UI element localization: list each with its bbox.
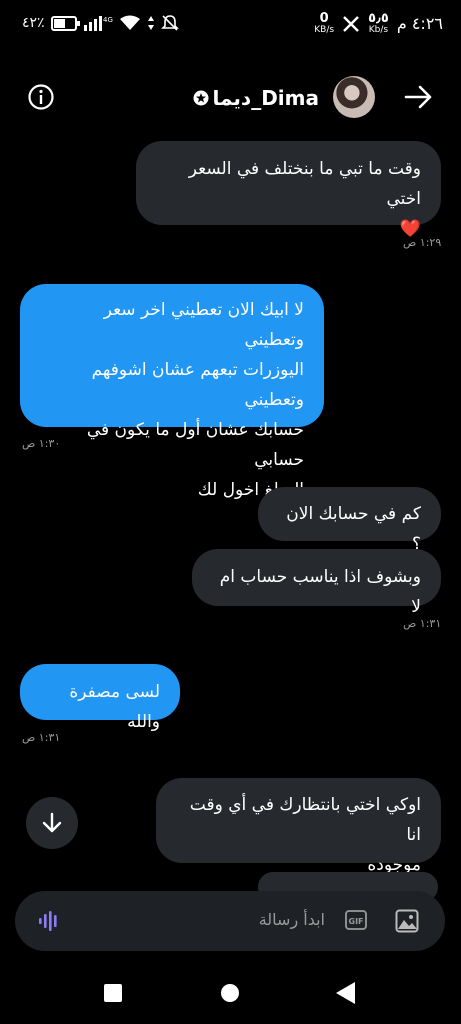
message-outgoing[interactable]: اوكي اختي بانتظارك في أي وقت انا موجوده bbox=[156, 778, 441, 875]
data-arrows-icon bbox=[147, 16, 154, 30]
message-time: ١:٢٩ ص bbox=[403, 236, 442, 249]
image-icon[interactable] bbox=[395, 909, 419, 933]
message-incoming[interactable]: لا ابيك الان تعطيني اخر سعر وتعطيني اليو… bbox=[20, 284, 324, 500]
signal-icon: 4G bbox=[83, 16, 113, 31]
clock: ٤:٢٦ م bbox=[396, 14, 443, 33]
contact-name[interactable]: ديما_Dima bbox=[193, 86, 319, 110]
message-incoming[interactable]: لسى مصفرة والله bbox=[20, 664, 180, 732]
voice-message-icon[interactable] bbox=[37, 909, 61, 933]
conversation-header: ديما_Dima bbox=[0, 68, 461, 126]
message-time: ١:٣١ ص bbox=[22, 731, 61, 744]
net-speed-1: ٥٫٥ Kb/s bbox=[368, 11, 389, 35]
wifi-icon bbox=[119, 15, 140, 30]
back-arrow-icon[interactable] bbox=[404, 84, 434, 110]
star-badge-icon bbox=[193, 90, 208, 106]
battery-icon bbox=[50, 15, 80, 31]
home-button[interactable] bbox=[221, 984, 239, 1002]
message-composer: ابدأ رسالة GIF bbox=[15, 891, 445, 951]
gif-icon[interactable]: GIF bbox=[345, 910, 367, 930]
arrow-down-icon bbox=[42, 812, 62, 833]
message-outgoing[interactable]: وبشوف اذا يناسب حساب ام لا bbox=[192, 549, 441, 617]
message-input[interactable]: ابدأ رسالة bbox=[259, 910, 325, 929]
recents-button[interactable] bbox=[104, 984, 122, 1002]
message-time: ١:٣١ ص bbox=[403, 617, 442, 630]
system-nav-bar bbox=[0, 960, 461, 1024]
net-speed-2: 0 KB/s bbox=[314, 11, 335, 35]
svg-text:GIF: GIF bbox=[349, 917, 364, 926]
status-left: ٤٢٪ 4G bbox=[22, 14, 179, 32]
info-icon[interactable] bbox=[28, 84, 54, 110]
message-time: ١:٣٠ ص bbox=[22, 437, 61, 450]
x-logo-icon bbox=[343, 15, 359, 32]
message-outgoing[interactable]: كم في حسابك الان ؟ bbox=[258, 487, 441, 554]
svg-text:4G: 4G bbox=[103, 16, 113, 24]
status-bar: ٤٢٪ 4G 0 KB/s ٥٫٥ Kb/s ٤:٢٦ م bbox=[0, 0, 461, 50]
avatar[interactable] bbox=[333, 76, 375, 118]
status-right: 0 KB/s ٥٫٥ Kb/s ٤:٢٦ م bbox=[314, 12, 443, 35]
bell-off-icon bbox=[160, 15, 179, 31]
scroll-to-bottom-button[interactable] bbox=[26, 797, 78, 849]
battery-text: ٤٢٪ bbox=[22, 15, 45, 31]
back-button[interactable] bbox=[336, 982, 355, 1004]
message-outgoing[interactable]: وقت ما تبي ما بنختلف في السعر اختي ❤️ bbox=[136, 141, 441, 239]
